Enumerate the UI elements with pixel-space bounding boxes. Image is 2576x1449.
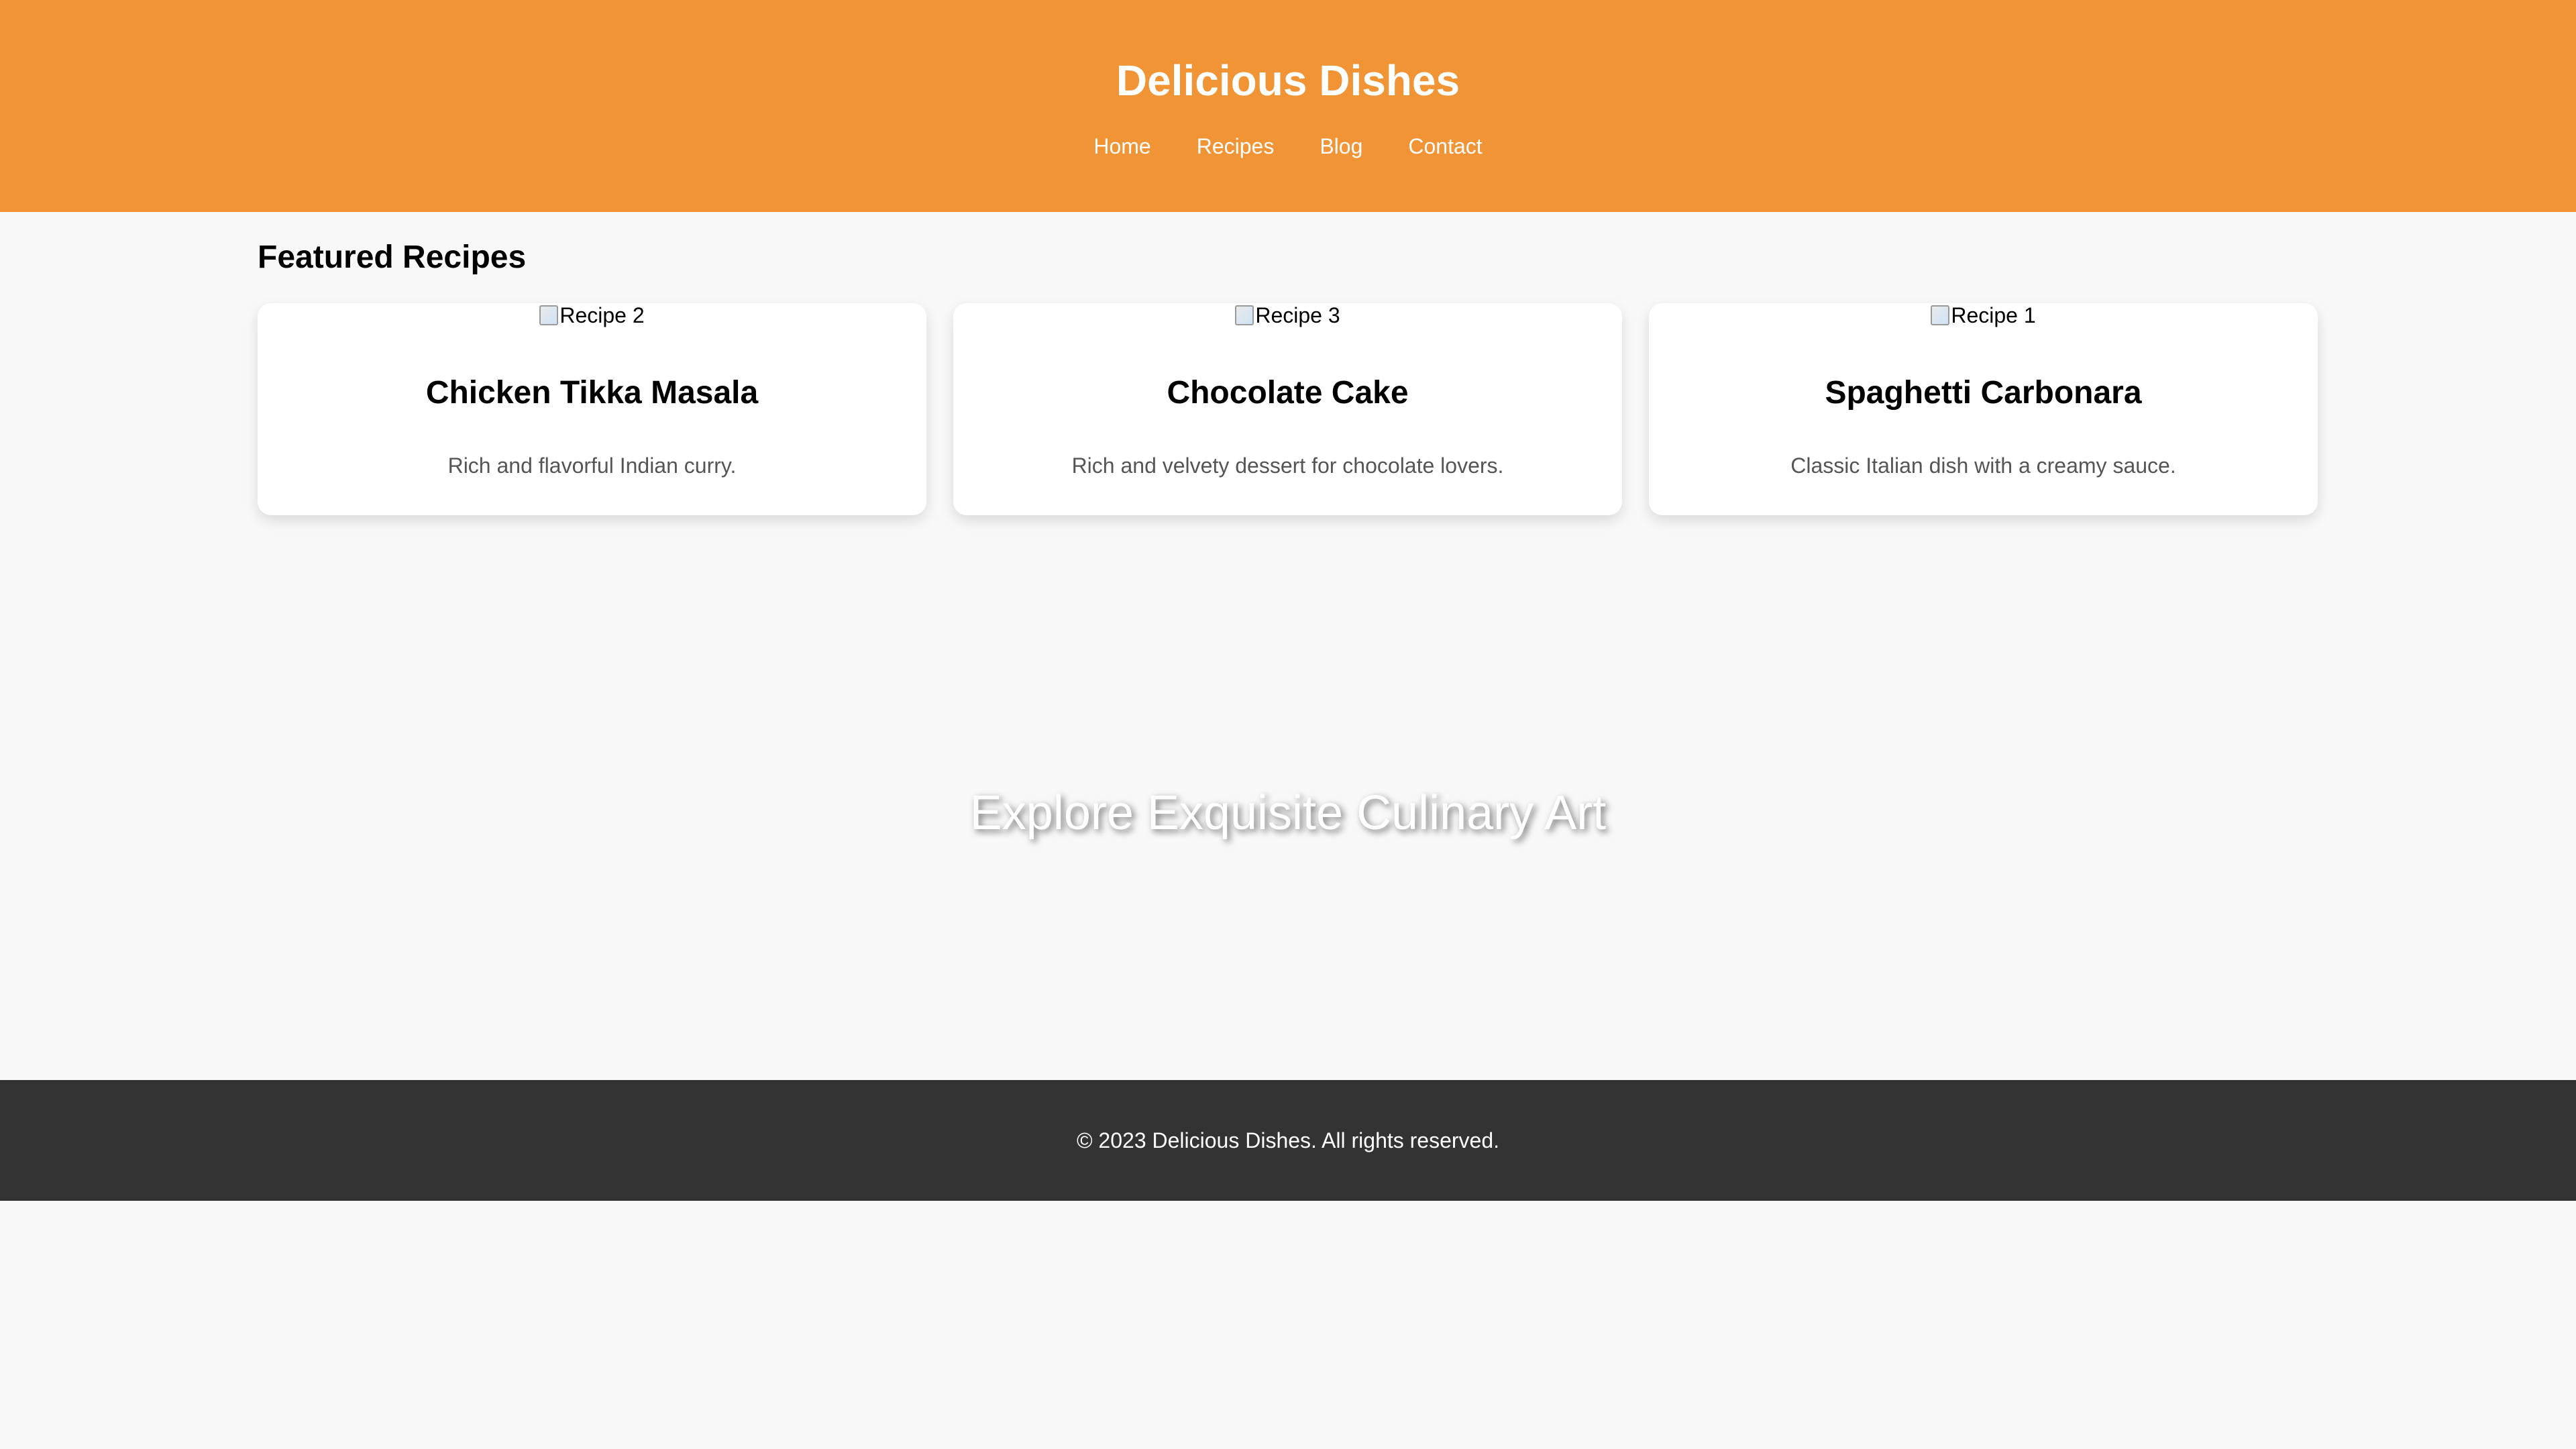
broken-image-icon — [1235, 305, 1254, 325]
recipe-title: Chicken Tikka Masala — [425, 375, 759, 411]
recipe-title: Spaghetti Carbonara — [1825, 375, 2142, 411]
recipe-image-alt: Recipe 3 — [1255, 303, 1340, 327]
recipe-card[interactable]: Recipe 1 Spaghetti Carbonara Classic Ita… — [1649, 303, 2318, 515]
recipe-card[interactable]: Recipe 2 Chicken Tikka Masala Rich and f… — [258, 303, 926, 515]
featured-recipes-heading: Featured Recipes — [258, 239, 527, 275]
recipe-image-alt: Recipe 1 — [1951, 303, 2036, 327]
recipe-description: Classic Italian dish with a creamy sauce… — [1790, 453, 2176, 478]
nav-link-recipes[interactable]: Recipes — [1174, 130, 1297, 162]
recipe-title: Chocolate Cake — [1167, 375, 1409, 411]
broken-image-icon — [1931, 305, 1950, 325]
copyright-text: © 2023 Delicious Dishes. All rights rese… — [1076, 1128, 1500, 1152]
hero-headline: Explore Exquisite Culinary Art — [969, 786, 1607, 840]
recipe-description: Rich and flavorful Indian curry. — [447, 453, 737, 478]
nav-link-contact[interactable]: Contact — [1385, 130, 1505, 162]
nav-link-blog[interactable]: Blog — [1297, 130, 1385, 162]
broken-image-icon — [539, 305, 559, 325]
recipe-image: Recipe 3 — [953, 303, 1622, 327]
recipe-image-alt: Recipe 2 — [559, 303, 645, 327]
recipe-image: Recipe 1 — [1649, 303, 2318, 327]
site-title: Delicious Dishes — [1116, 56, 1460, 105]
recipe-image: Recipe 2 — [258, 303, 926, 327]
site-header: Delicious Dishes Home Recipes Blog Conta… — [0, 0, 2576, 212]
recipe-description: Rich and velvety dessert for chocolate l… — [1071, 453, 1504, 478]
recipe-card[interactable]: Recipe 3 Chocolate Cake Rich and velvety… — [953, 303, 1622, 515]
site-footer: © 2023 Delicious Dishes. All rights rese… — [0, 1080, 2576, 1201]
nav-link-home[interactable]: Home — [1071, 130, 1173, 162]
recipe-cards: Recipe 2 Chicken Tikka Masala Rich and f… — [258, 303, 2318, 515]
main-nav: Home Recipes Blog Contact — [0, 130, 2576, 162]
